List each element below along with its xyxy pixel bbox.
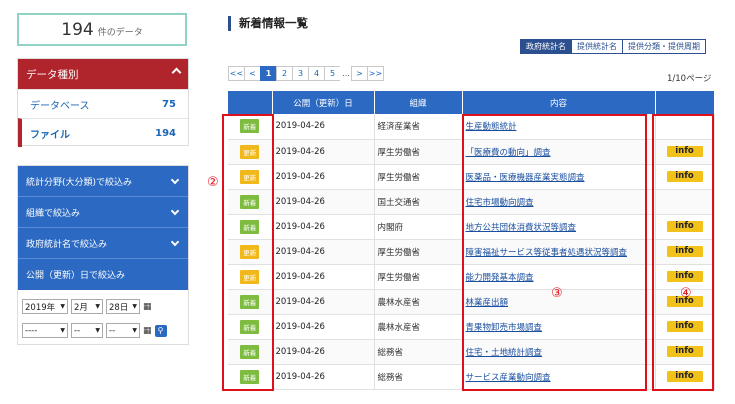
annotation-frame-content: [462, 114, 647, 391]
annotation-marker-4: ④: [680, 286, 692, 301]
column-header[interactable]: 公開（更新）日: [272, 91, 375, 114]
organization-cell: 経済産業省: [374, 114, 463, 140]
date-cell: 2019-04-26: [272, 364, 375, 390]
organization-cell: 厚生労働省: [374, 264, 463, 290]
date-cell: 2019-04-26: [272, 189, 375, 215]
organization-cell: 総務省: [374, 339, 463, 365]
date-cell: 2019-04-26: [272, 214, 375, 240]
organization-cell: 内閣府: [374, 214, 463, 240]
from-year-select[interactable]: 2019年 ▼: [22, 299, 68, 314]
data-type-item-database[interactable]: データベース 75: [18, 89, 188, 118]
date-cell: 2019-04-26: [272, 239, 375, 265]
filter-label: 統計分野(大分類)で絞込み: [26, 177, 133, 188]
annotation-marker-3: ③: [551, 286, 563, 301]
data-type-header[interactable]: データ種別: [18, 59, 188, 89]
annotation-marker-2: ②: [207, 175, 219, 190]
date-cell: 2019-04-26: [272, 139, 375, 165]
page-next[interactable]: >: [351, 66, 368, 81]
calendar-icon[interactable]: ▦: [143, 302, 152, 312]
filter-label: 政府統計名で絞込み: [26, 239, 108, 250]
organization-cell: 厚生労働省: [374, 164, 463, 190]
data-count-number: 194: [61, 19, 94, 40]
chevron-up-icon: [171, 67, 182, 78]
calendar-icon[interactable]: ▦: [143, 326, 152, 336]
organization-cell: 国土交通省: [374, 189, 463, 215]
annotation-frame-badges: [222, 114, 274, 391]
date-cell: 2019-04-26: [272, 339, 375, 365]
page-last[interactable]: >>: [367, 66, 384, 81]
to-day-select[interactable]: -- ▼: [106, 323, 140, 338]
tab-classification-cycle[interactable]: 提供分類・提供周期: [622, 39, 706, 54]
data-type-count: 75: [162, 98, 176, 110]
filter-panel: 統計分野(大分類)で絞込み 組織で絞込み 政府統計名で絞込み 公開（更新）日で絞…: [17, 165, 189, 345]
filter-by-field[interactable]: 統計分野(大分類)で絞込み: [18, 166, 188, 197]
data-count-unit: 件のデータ: [97, 27, 143, 38]
data-type-label: ファイル: [30, 129, 70, 141]
date-to-row: ---- ▼ -- ▼ -- ▼ ▦ ⚲: [22, 323, 167, 338]
column-header[interactable]: 内容: [462, 91, 656, 114]
organization-cell: 厚生労働省: [374, 139, 463, 165]
search-icon[interactable]: ⚲: [154, 324, 167, 337]
date-cell: 2019-04-26: [272, 289, 375, 315]
data-count-box: 194 件のデータ: [17, 13, 187, 46]
to-month-select[interactable]: -- ▼: [71, 323, 103, 338]
filter-label: 組織で絞込み: [26, 208, 81, 219]
filter-label: 公開（更新）日で絞込み: [26, 271, 126, 281]
organization-cell: 総務省: [374, 364, 463, 390]
data-type-title: データ種別: [26, 68, 79, 81]
filter-by-date: 公開（更新）日で絞込み: [18, 259, 188, 290]
page-3[interactable]: 3: [292, 66, 309, 81]
organization-cell: 農林水産省: [374, 314, 463, 340]
column-header: [228, 91, 273, 114]
view-tabs: 政府統計名 提供統計名 提供分類・提供周期: [520, 39, 706, 54]
organization-cell: 厚生労働省: [374, 239, 463, 265]
page-info: 1/10ページ: [667, 74, 712, 84]
data-type-label: データベース: [30, 100, 90, 112]
date-cell: 2019-04-26: [272, 264, 375, 290]
page-4[interactable]: 4: [308, 66, 325, 81]
chevron-down-icon: [170, 206, 180, 216]
page-2[interactable]: 2: [276, 66, 293, 81]
filter-by-statistics-name[interactable]: 政府統計名で絞込み: [18, 228, 188, 259]
date-cell: 2019-04-26: [272, 314, 375, 340]
table-header: 公開（更新）日 組織 内容: [228, 91, 715, 114]
filter-by-organization[interactable]: 組織で絞込み: [18, 197, 188, 228]
data-type-panel: データ種別 データベース 75 ファイル 194: [17, 58, 189, 147]
tab-provided-statistics[interactable]: 提供統計名: [571, 39, 623, 54]
page-title: 新着情報一覧: [228, 16, 308, 31]
chevron-down-icon: [170, 175, 180, 185]
page-prev[interactable]: <: [244, 66, 261, 81]
pagination: << < 1 2 3 4 5 ... > >>: [228, 66, 384, 81]
chevron-down-icon: [170, 237, 180, 247]
date-from-row: 2019年 ▼ 2月 ▼ 28日 ▼ ▦: [22, 299, 152, 314]
to-year-select[interactable]: ---- ▼: [22, 323, 68, 338]
annotation-frame-info: [652, 114, 714, 391]
date-cell: 2019-04-26: [272, 114, 375, 140]
data-type-count: 194: [155, 127, 176, 139]
data-type-item-file[interactable]: ファイル 194: [18, 118, 188, 147]
date-cell: 2019-04-26: [272, 164, 375, 190]
page-1[interactable]: 1: [260, 66, 277, 81]
organization-cell: 農林水産省: [374, 289, 463, 315]
page-first[interactable]: <<: [228, 66, 245, 81]
from-month-select[interactable]: 2月 ▼: [71, 299, 103, 314]
from-day-select[interactable]: 28日 ▼: [106, 299, 140, 314]
column-header[interactable]: 組織: [374, 91, 463, 114]
tab-statistics-name[interactable]: 政府統計名: [520, 39, 572, 54]
page-5[interactable]: 5: [324, 66, 341, 81]
column-header: [655, 91, 715, 114]
